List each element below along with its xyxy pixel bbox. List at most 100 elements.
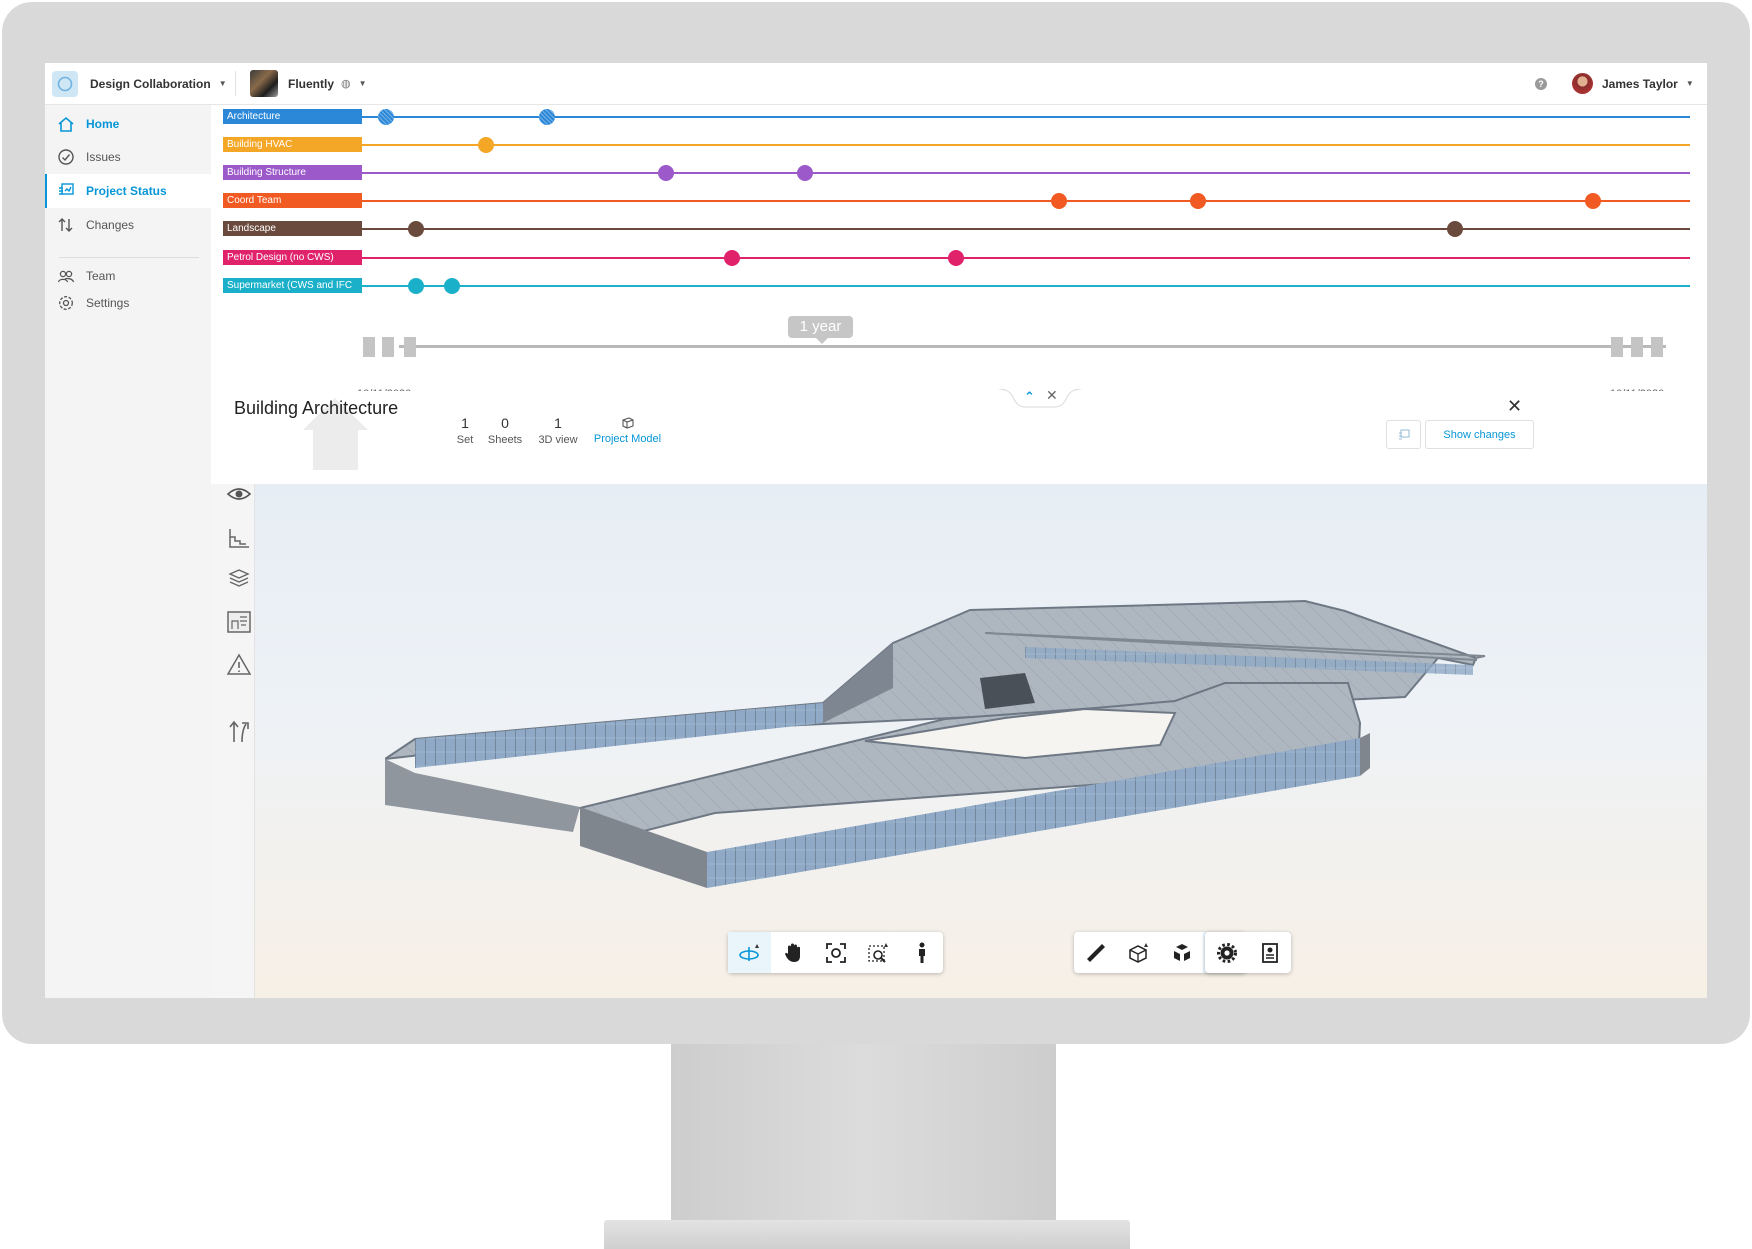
- sidebar-item-label: Changes: [86, 218, 135, 232]
- settings-toolbar: [1205, 932, 1291, 973]
- track-label[interactable]: Landscape: [223, 221, 362, 236]
- user-menu[interactable]: James Taylor ▼: [1602, 63, 1694, 104]
- stat-sheets[interactable]: 0 Sheets: [485, 415, 525, 446]
- settings-icon[interactable]: [1205, 932, 1248, 973]
- time-range-slider[interactable]: [399, 345, 1666, 348]
- fit-view-icon[interactable]: [814, 932, 857, 973]
- app-name: Design Collaboration: [90, 76, 211, 91]
- chevron-down-icon: ▼: [1685, 79, 1694, 88]
- issues-check-icon: [58, 149, 74, 165]
- version-dot[interactable]: [948, 250, 964, 266]
- app-switcher[interactable]: Design Collaboration ▼: [90, 63, 227, 104]
- stat-set[interactable]: 1 Set: [450, 415, 480, 446]
- explode-icon[interactable]: [1160, 932, 1203, 973]
- range-handle-left[interactable]: [363, 337, 375, 357]
- range-tick: [1631, 337, 1643, 357]
- track-line: [362, 116, 1690, 118]
- track-label[interactable]: Building HVAC: [223, 137, 362, 152]
- help-icon[interactable]: ?: [1535, 78, 1547, 90]
- project-model-link[interactable]: Project Model: [590, 415, 665, 445]
- project-name: Fluently: [288, 76, 335, 91]
- track-line: [362, 257, 1690, 259]
- track-label[interactable]: Coord Team: [223, 193, 362, 208]
- version-dot[interactable]: [408, 278, 424, 294]
- range-tick: [382, 337, 394, 357]
- track-line: [362, 285, 1690, 287]
- version-dot[interactable]: [1447, 221, 1463, 237]
- globe-icon: ◍: [341, 78, 351, 90]
- cube-icon: [621, 417, 634, 429]
- stat-label: Sheets: [487, 434, 523, 446]
- model-title: Building Architecture: [234, 398, 399, 418]
- building-3d-model: [385, 599, 1486, 888]
- track-label[interactable]: Building Structure: [223, 165, 362, 180]
- compare-icon-button[interactable]: [1386, 420, 1421, 449]
- zoom-window-icon[interactable]: [857, 932, 900, 973]
- sidebar-item-label: Settings: [86, 296, 130, 310]
- stat-label: Set: [456, 434, 474, 446]
- sidebar-item-home[interactable]: Home: [45, 108, 211, 140]
- levels-icon[interactable]: [226, 525, 252, 551]
- chevron-down-icon: ▼: [358, 79, 367, 88]
- show-changes-button[interactable]: Show changes: [1425, 420, 1534, 449]
- sidebar-item-label: Home: [86, 117, 120, 131]
- pan-icon[interactable]: [771, 932, 814, 973]
- stat-value: 1: [461, 415, 469, 431]
- version-dot[interactable]: [408, 221, 424, 237]
- version-dot[interactable]: [797, 165, 813, 181]
- project-status-icon: [59, 183, 74, 195]
- navigation-toolbar: [728, 932, 943, 973]
- version-dot[interactable]: [1051, 193, 1067, 209]
- avatar[interactable]: [1572, 73, 1593, 94]
- sidebar-item-issues[interactable]: Issues: [45, 141, 211, 173]
- stat-3d-view[interactable]: 1 3D view: [533, 415, 583, 446]
- range-tick: [1611, 337, 1623, 357]
- version-dot[interactable]: [444, 278, 460, 294]
- track-line: [362, 144, 1690, 146]
- track-line: [362, 228, 1690, 230]
- sidebar-item-project-status[interactable]: Project Status: [45, 174, 211, 208]
- version-dot[interactable]: [539, 109, 555, 125]
- app-logo-icon[interactable]: [52, 71, 78, 97]
- home-icon: [58, 116, 74, 132]
- layers-icon[interactable]: [226, 565, 252, 591]
- compare-icon: [1398, 428, 1410, 440]
- sidebar-item-label: Issues: [86, 150, 121, 164]
- track-line: [362, 172, 1690, 174]
- version-dot[interactable]: [1190, 193, 1206, 209]
- sidebar-item-changes[interactable]: Changes: [45, 209, 211, 241]
- range-tick: [404, 337, 416, 357]
- sidebar-item-settings[interactable]: Settings: [45, 287, 211, 319]
- chevron-down-icon: ▼: [218, 79, 227, 88]
- close-icon[interactable]: ✕: [1046, 387, 1058, 404]
- chevron-up-icon[interactable]: ⌃: [1024, 389, 1035, 405]
- walk-icon[interactable]: [900, 932, 943, 973]
- version-dot[interactable]: [378, 109, 394, 125]
- properties-icon[interactable]: [1248, 932, 1291, 973]
- warning-icon[interactable]: [226, 652, 252, 678]
- eye-icon[interactable]: [226, 481, 252, 507]
- sheet-icon[interactable]: [226, 609, 252, 635]
- version-dot[interactable]: [478, 137, 494, 153]
- version-dot[interactable]: [724, 250, 740, 266]
- orbit-icon[interactable]: [728, 932, 771, 973]
- compare-arrows-icon[interactable]: [226, 718, 252, 744]
- section-icon[interactable]: [1117, 932, 1160, 973]
- project-switcher[interactable]: Fluently ◍ ▼: [288, 63, 367, 104]
- range-handle-right[interactable]: [1651, 337, 1663, 357]
- app-screen: Design Collaboration ▼ Fluently ◍ ▼ ? Ja…: [45, 63, 1707, 998]
- sidebar-item-label: Team: [86, 269, 116, 283]
- team-icon: [57, 270, 75, 283]
- version-dot[interactable]: [658, 165, 674, 181]
- stat-value: 1: [554, 415, 562, 431]
- track-label[interactable]: Supermarket (CWS and IFC: [223, 278, 362, 293]
- track-label[interactable]: Petrol Design (no CWS): [223, 250, 362, 265]
- divider: [59, 257, 199, 258]
- version-dot[interactable]: [1585, 193, 1601, 209]
- measure-icon[interactable]: [1074, 932, 1117, 973]
- top-bar: Design Collaboration ▼ Fluently ◍ ▼ ? Ja…: [45, 63, 1707, 105]
- close-icon[interactable]: ✕: [1507, 396, 1522, 417]
- collapse-tab: ⌃ ✕: [998, 387, 1082, 413]
- track-line: [362, 200, 1690, 202]
- track-label[interactable]: Architecture: [223, 109, 362, 124]
